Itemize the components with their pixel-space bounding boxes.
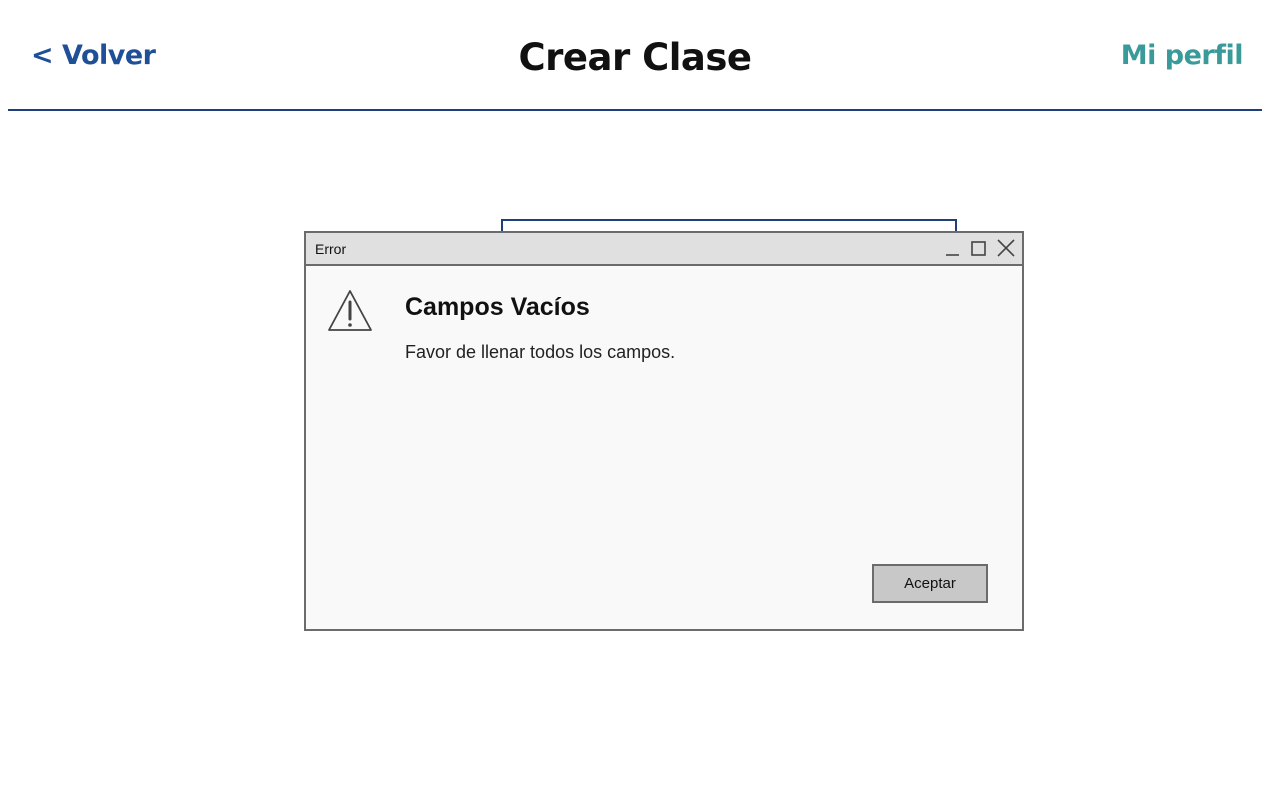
minimize-icon[interactable] bbox=[942, 237, 964, 259]
close-icon[interactable] bbox=[995, 237, 1017, 259]
header-bar: < Volver Crear Clase Mi perfil bbox=[0, 0, 1280, 111]
error-dialog: Error Campos Vacíos Favor de llenar todo… bbox=[304, 231, 1024, 631]
header-divider bbox=[8, 109, 1262, 111]
dialog-titlebar: Error bbox=[306, 233, 1022, 266]
dialog-window-title: Error bbox=[315, 241, 347, 257]
page-title: Crear Clase bbox=[518, 36, 752, 79]
profile-link[interactable]: Mi perfil bbox=[1121, 40, 1244, 71]
accept-button[interactable]: Aceptar bbox=[872, 564, 988, 603]
maximize-icon[interactable] bbox=[968, 237, 990, 259]
dialog-heading: Campos Vacíos bbox=[405, 293, 590, 321]
dialog-message: Favor de llenar todos los campos. bbox=[405, 342, 676, 362]
warning-triangle-icon bbox=[327, 288, 373, 332]
